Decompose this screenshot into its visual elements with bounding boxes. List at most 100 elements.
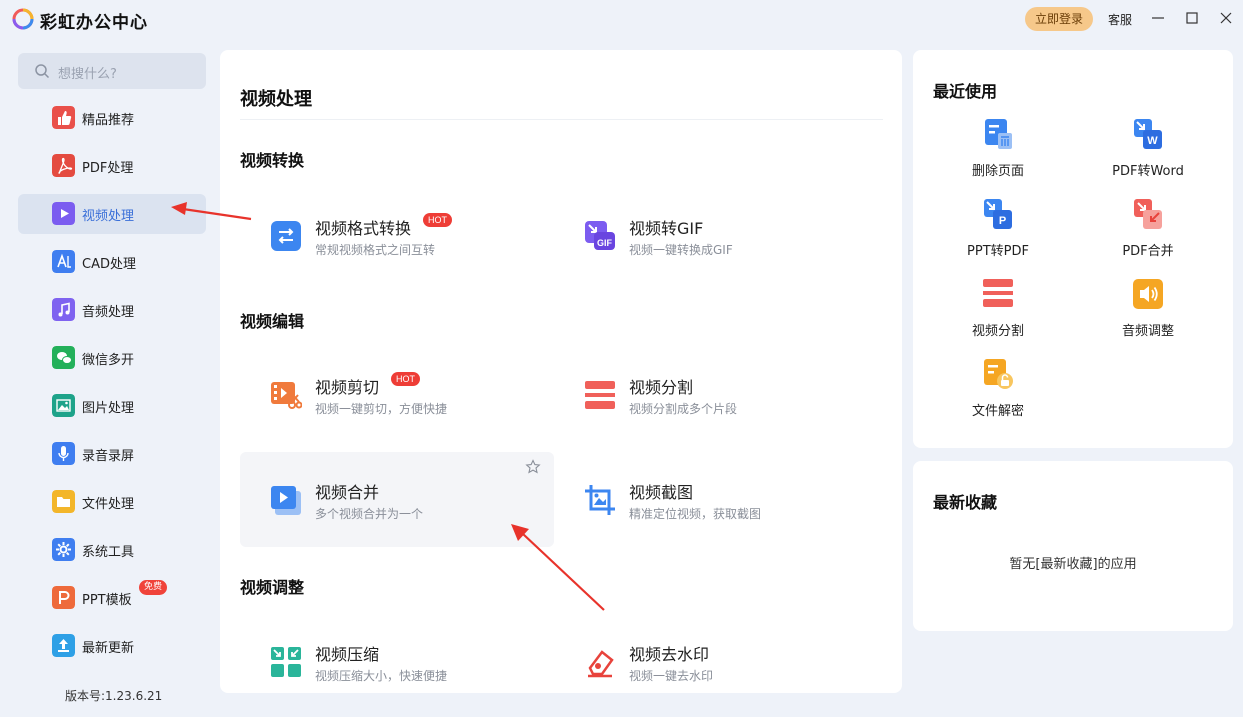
page-title: 视频处理 bbox=[240, 89, 312, 110]
cad-icon bbox=[52, 250, 75, 273]
sidebar-item[interactable]: 系统工具 bbox=[18, 530, 206, 570]
recent-item-pdf-merge[interactable]: PDF合并 bbox=[1083, 198, 1213, 268]
minimize-icon[interactable] bbox=[1149, 9, 1167, 27]
card-title: 视频分割 bbox=[629, 378, 694, 397]
video-play-icon bbox=[52, 202, 75, 225]
card-title: 视频合并 bbox=[315, 483, 380, 502]
merge-video-icon bbox=[271, 486, 301, 515]
crop-image-icon bbox=[585, 485, 615, 515]
tool-card-video-compress[interactable]: 视频压缩 视频压缩大小，快速便捷 bbox=[240, 614, 554, 693]
search-icon bbox=[35, 64, 50, 79]
svg-text:P: P bbox=[999, 215, 1006, 227]
pdf-icon bbox=[52, 154, 75, 177]
card-title: 视频剪切 bbox=[315, 378, 380, 397]
card-title: 视频转GIF bbox=[629, 219, 704, 238]
maximize-icon[interactable] bbox=[1183, 9, 1201, 27]
recent-item-delete-page[interactable]: 删除页面 bbox=[933, 118, 1063, 188]
eraser-icon bbox=[588, 650, 614, 678]
ppt-to-pdf-icon: P bbox=[984, 199, 1012, 229]
annotation-arrow-merge bbox=[511, 524, 605, 611]
section-title-conversion: 视频转换 bbox=[240, 151, 305, 170]
music-icon bbox=[52, 298, 75, 321]
delete-page-icon bbox=[985, 119, 1012, 149]
search-input[interactable]: 想搜什么? bbox=[58, 63, 117, 82]
customer-service-link[interactable]: 客服 bbox=[1108, 11, 1132, 28]
sidebar-item-label: 微信多开 bbox=[82, 353, 135, 368]
favorites-title: 最新收藏 bbox=[933, 493, 998, 512]
recent-item-ppt-to-pdf[interactable]: P PPT转PDF bbox=[933, 198, 1063, 268]
card-description: 视频一键转换成GIF bbox=[629, 243, 733, 257]
app-title: 彩虹办公中心 bbox=[40, 13, 148, 33]
scissors-film-icon bbox=[271, 382, 302, 409]
card-description: 精准定位视频，获取截图 bbox=[629, 507, 762, 521]
upload-icon bbox=[52, 634, 75, 657]
divider bbox=[240, 119, 883, 120]
sidebar-item-label: 录音录屏 bbox=[82, 449, 135, 464]
search-box[interactable]: 想搜什么? bbox=[18, 53, 206, 89]
recent-item-label: 文件解密 bbox=[971, 404, 1024, 419]
card-title: 视频去水印 bbox=[629, 645, 710, 664]
recent-item-audio-adjust[interactable]: 音频调整 bbox=[1083, 278, 1213, 348]
favorites-empty-text: 暂无[最新收藏]的应用 bbox=[1009, 557, 1137, 572]
sidebar-item-label: 图片处理 bbox=[82, 401, 135, 416]
version-label: 版本号:1.23.6.21 bbox=[65, 689, 163, 703]
login-button[interactable]: 立即登录 bbox=[1025, 7, 1093, 31]
hot-badge: HOT bbox=[423, 213, 452, 227]
close-icon[interactable] bbox=[1217, 9, 1235, 27]
section-title-adjust: 视频调整 bbox=[240, 578, 305, 597]
card-title: 视频压缩 bbox=[315, 645, 380, 664]
recent-item-label: 音频调整 bbox=[1121, 324, 1174, 339]
annotation-arrow-sidebar bbox=[171, 202, 252, 221]
ppt-icon bbox=[52, 586, 75, 609]
unlock-file-icon bbox=[984, 359, 1013, 389]
compress-icon bbox=[271, 647, 301, 677]
sidebar-item[interactable]: 最新更新 bbox=[18, 626, 206, 666]
folder-icon bbox=[52, 490, 75, 513]
recent-item-label: PDF转Word bbox=[1112, 164, 1184, 179]
card-description: 多个视频合并为一个 bbox=[315, 507, 424, 521]
sidebar-item-label: PPT模板 bbox=[82, 593, 132, 608]
sidebar-item-label: 音频处理 bbox=[82, 305, 135, 320]
pdf-to-word-icon: W bbox=[1134, 119, 1162, 149]
sidebar-item[interactable]: PDF处理 bbox=[18, 146, 206, 186]
card-description: 视频分割成多个片段 bbox=[629, 402, 738, 416]
svg-text:GIF: GIF bbox=[597, 238, 613, 248]
split-icon bbox=[983, 279, 1013, 307]
title-bar: 彩虹办公中心 立即登录 客服 bbox=[0, 0, 1243, 38]
gif-icon: GIF bbox=[585, 221, 615, 250]
card-description: 视频一键剪切，方便快捷 bbox=[315, 402, 448, 416]
speaker-icon bbox=[1133, 279, 1163, 309]
sidebar-item-label: CAD处理 bbox=[82, 257, 136, 272]
recent-item-label: 视频分割 bbox=[971, 324, 1024, 339]
tool-card-video-split[interactable]: 视频分割 视频分割成多个片段 bbox=[554, 347, 868, 442]
rainbow-logo-icon bbox=[12, 8, 34, 30]
tool-card-video-to-gif[interactable]: GIF 视频转GIF 视频一键转换成GIF bbox=[554, 188, 868, 283]
tool-card-video-watermark-remove[interactable]: 视频去水印 视频一键去水印 bbox=[554, 614, 868, 693]
recent-item-label: PDF合并 bbox=[1122, 244, 1174, 259]
sidebar-item-label: PDF处理 bbox=[82, 161, 134, 176]
sidebar-item[interactable]: 录音录屏 bbox=[18, 434, 206, 474]
tool-card-video-format-convert[interactable]: 视频格式转换 HOT 常规视频格式之间互转 bbox=[240, 188, 554, 283]
favorites-panel: 最新收藏 暂无[最新收藏]的应用 bbox=[913, 461, 1233, 631]
recent-panel: 最近使用 删除页面 W PDF转Word P PPT转PDF PDF合并 视频分… bbox=[913, 50, 1233, 448]
sidebar-item[interactable]: 图片处理 bbox=[18, 386, 206, 426]
recent-item-label: PPT转PDF bbox=[967, 244, 1029, 259]
sidebar-item[interactable]: 微信多开 bbox=[18, 338, 206, 378]
split-icon bbox=[585, 381, 615, 409]
recent-item-pdf-to-word[interactable]: W PDF转Word bbox=[1083, 118, 1213, 188]
sidebar-item[interactable]: PPT模板 免费 bbox=[18, 578, 206, 618]
sidebar-item[interactable]: CAD处理 bbox=[18, 242, 206, 282]
card-description: 视频一键去水印 bbox=[629, 669, 714, 683]
sidebar-item-label: 最新更新 bbox=[82, 641, 135, 656]
tool-card-video-cut[interactable]: 视频剪切 HOT 视频一键剪切，方便快捷 bbox=[240, 347, 554, 442]
sidebar-item[interactable]: 精品推荐 bbox=[18, 98, 206, 138]
recent-title: 最近使用 bbox=[933, 82, 998, 101]
wechat-icon bbox=[52, 346, 75, 369]
card-title: 视频格式转换 bbox=[315, 219, 412, 238]
sidebar-item[interactable]: 文件处理 bbox=[18, 482, 206, 522]
favorite-star-icon[interactable] bbox=[525, 459, 541, 475]
hot-badge: HOT bbox=[391, 372, 420, 386]
recent-item-video-split[interactable]: 视频分割 bbox=[933, 278, 1063, 348]
recent-item-file-decrypt[interactable]: 文件解密 bbox=[933, 358, 1063, 428]
sidebar-item[interactable]: 音频处理 bbox=[18, 290, 206, 330]
